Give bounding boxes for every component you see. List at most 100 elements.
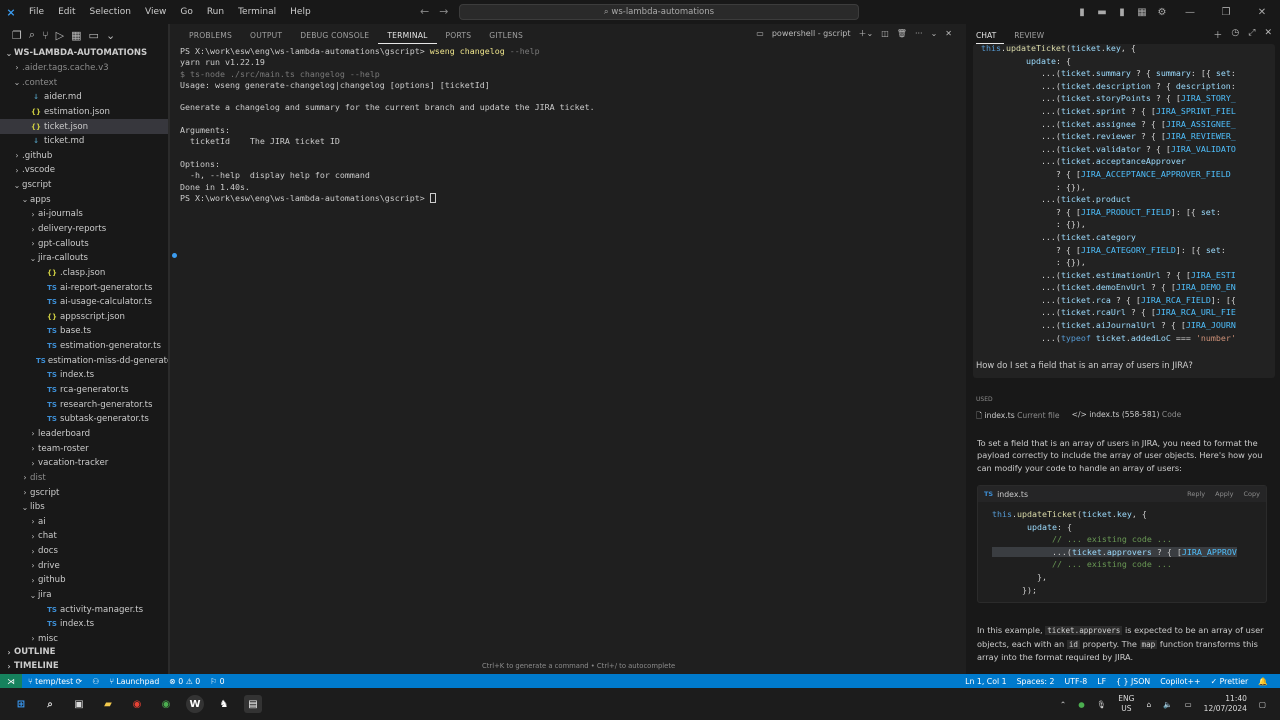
sync-icon[interactable]: ⚇ bbox=[92, 677, 99, 686]
toggle-secondary-sidebar-icon[interactable]: ▮ bbox=[1112, 7, 1132, 18]
tree-folder[interactable]: › .github bbox=[0, 148, 168, 163]
menu-run[interactable]: Run bbox=[200, 7, 231, 17]
tree-file[interactable]: TS estimation-generator.ts bbox=[0, 339, 168, 354]
problems-indicator[interactable]: ⊗ 0 ⚠ 0 bbox=[169, 677, 200, 686]
microphone-icon[interactable]: 🎙 bbox=[1097, 700, 1107, 709]
tab-review[interactable]: REVIEW bbox=[1014, 31, 1052, 40]
tree-folder[interactable]: › team-roster bbox=[0, 441, 168, 456]
w-app-icon[interactable]: W bbox=[186, 695, 204, 713]
ports-indicator[interactable]: ⚐ 0 bbox=[210, 677, 224, 686]
cursor-position[interactable]: Ln 1, Col 1 bbox=[965, 677, 1007, 686]
menu-view[interactable]: View bbox=[138, 7, 173, 17]
tree-file[interactable]: {} estimation.json bbox=[0, 105, 168, 120]
menu-go[interactable]: Go bbox=[173, 7, 199, 17]
battery-icon[interactable]: ▭ bbox=[1185, 700, 1192, 709]
chrome-icon[interactable]: ◉ bbox=[128, 695, 146, 713]
launchpad-button[interactable]: ⑂ Launchpad bbox=[109, 677, 159, 686]
shell-label[interactable]: powershell - gscript bbox=[772, 29, 851, 38]
paint-app-icon[interactable]: ▤ bbox=[244, 695, 262, 713]
tab-output[interactable]: OUTPUT bbox=[241, 31, 291, 40]
reference-current-file[interactable]: 🗋 index.ts Current file bbox=[976, 410, 1060, 423]
tree-file[interactable]: {} appsscript.json bbox=[0, 310, 168, 325]
files-icon[interactable]: ❐ bbox=[12, 29, 22, 42]
new-terminal-icon[interactable]: ＋⌄ bbox=[859, 28, 874, 39]
reference-code-range[interactable]: </> index.ts (558-581) Code bbox=[1072, 410, 1182, 423]
volume-icon[interactable]: 🔈 bbox=[1163, 700, 1172, 709]
tree-folder[interactable]: › .aider.tags.cache.v3 bbox=[0, 61, 168, 76]
tab-problems[interactable]: PROBLEMS bbox=[180, 31, 241, 40]
chevron-down-icon[interactable]: ⌄ bbox=[931, 29, 938, 38]
menu-file[interactable]: File bbox=[22, 7, 51, 17]
encoding[interactable]: UTF-8 bbox=[1065, 677, 1088, 686]
tree-folder[interactable]: › ai-journals bbox=[0, 207, 168, 222]
copilot-status[interactable]: Copilot++ bbox=[1160, 677, 1200, 686]
tab-chat[interactable]: CHAT bbox=[976, 27, 1005, 44]
tree-folder[interactable]: › leaderboard bbox=[0, 427, 168, 442]
remote-indicator-icon[interactable]: ⋊ bbox=[0, 674, 22, 688]
search-icon[interactable]: ⌕ bbox=[41, 695, 59, 713]
toggle-panel-icon[interactable]: ▬ bbox=[1092, 7, 1112, 18]
tree-folder[interactable]: › vacation-tracker bbox=[0, 456, 168, 471]
tree-file[interactable]: TS index.ts bbox=[0, 617, 168, 632]
language-mode[interactable]: { } JSON bbox=[1116, 677, 1150, 686]
task-view-icon[interactable]: ▣ bbox=[70, 695, 88, 713]
tree-file[interactable]: TSestimation-miss-dd-generator.ts bbox=[0, 353, 168, 368]
tree-folder[interactable]: › github bbox=[0, 573, 168, 588]
command-center-search[interactable]: ⌕ ws-lambda-automations bbox=[459, 4, 859, 20]
trash-icon[interactable]: 🗑 bbox=[897, 29, 907, 38]
search-sidebar-icon[interactable]: ⌕ bbox=[29, 28, 35, 42]
tree-file[interactable]: TS research-generator.ts bbox=[0, 397, 168, 412]
tab-gitlens[interactable]: GITLENS bbox=[480, 31, 532, 40]
tree-folder[interactable]: ⌄ jira-callouts bbox=[0, 251, 168, 266]
tree-folder[interactable]: ⌄ gscript bbox=[0, 178, 168, 193]
tree-file[interactable]: TS ai-report-generator.ts bbox=[0, 280, 168, 295]
maximize-icon[interactable]: ⤢ bbox=[1248, 28, 1255, 41]
tree-folder[interactable]: ⌄ .context bbox=[0, 75, 168, 90]
extensions-icon[interactable]: ▦ bbox=[71, 29, 81, 42]
notifications-bell-icon[interactable]: 🔔 bbox=[1258, 677, 1268, 686]
more-views-icon[interactable]: ⌄ bbox=[106, 29, 115, 42]
settings-gear-icon[interactable]: ⚙ bbox=[1152, 7, 1172, 18]
close-panel-icon[interactable]: ✕ bbox=[945, 29, 952, 38]
tree-folder[interactable]: › .vscode bbox=[0, 163, 168, 178]
toggle-sidebar-icon[interactable]: ▮ bbox=[1072, 7, 1092, 18]
menu-edit[interactable]: Edit bbox=[51, 7, 82, 17]
tree-file[interactable]: {} .clasp.json bbox=[0, 266, 168, 281]
layout-icon[interactable]: ▦ bbox=[1132, 7, 1152, 18]
forward-arrow-icon[interactable]: → bbox=[439, 5, 448, 18]
tree-folder[interactable]: › gpt-callouts bbox=[0, 236, 168, 251]
status-dot-icon[interactable]: ● bbox=[1078, 700, 1085, 709]
menu-terminal[interactable]: Terminal bbox=[231, 7, 283, 17]
windows-start-icon[interactable]: ⊞ bbox=[12, 695, 30, 713]
tree-file[interactable]: {} ticket.json bbox=[0, 119, 168, 134]
more-actions-icon[interactable]: ··· bbox=[915, 29, 923, 38]
tree-folder[interactable]: › ai bbox=[0, 515, 168, 530]
prettier-status[interactable]: ✓ Prettier bbox=[1211, 677, 1249, 686]
tree-folder[interactable]: › delivery-reports bbox=[0, 222, 168, 237]
copy-button[interactable]: Copy bbox=[1244, 490, 1261, 498]
tab-terminal[interactable]: TERMINAL bbox=[378, 27, 437, 44]
run-debug-icon[interactable]: ▷ bbox=[56, 29, 64, 42]
tree-folder[interactable]: › chat bbox=[0, 529, 168, 544]
source-control-icon[interactable]: ⑂ bbox=[42, 29, 49, 42]
reply-button[interactable]: Reply bbox=[1187, 490, 1205, 498]
network-icon[interactable]: ⌂ bbox=[1146, 700, 1151, 709]
restore-button[interactable]: ❐ bbox=[1208, 7, 1244, 18]
branch-indicator[interactable]: ⑂ temp/test ⟳ bbox=[28, 677, 82, 686]
outline-section[interactable]: › OUTLINE bbox=[0, 645, 55, 660]
tree-file[interactable]: TS subtask-generator.ts bbox=[0, 412, 168, 427]
tree-folder[interactable]: ⌄ libs bbox=[0, 500, 168, 515]
tree-file[interactable]: TS rca-generator.ts bbox=[0, 383, 168, 398]
snippet-code[interactable]: this.updateTicket(ticket.key, { update: … bbox=[992, 508, 1237, 596]
tree-folder[interactable]: › drive bbox=[0, 558, 168, 573]
tree-file[interactable]: ↓ ticket.md bbox=[0, 134, 168, 149]
split-terminal-icon[interactable]: ◫ bbox=[881, 29, 889, 38]
notification-icon[interactable]: ▢ bbox=[1259, 700, 1266, 709]
close-window-button[interactable]: ✕ bbox=[1244, 7, 1280, 18]
tab-debug-console[interactable]: DEBUG CONSOLE bbox=[291, 31, 378, 40]
chevron-up-icon[interactable]: ⌃ bbox=[1060, 700, 1066, 709]
tree-folder[interactable]: ⌄ jira bbox=[0, 588, 168, 603]
tree-folder[interactable]: ⌄ apps bbox=[0, 192, 168, 207]
new-chat-icon[interactable]: ＋ bbox=[1213, 28, 1222, 41]
tree-file[interactable]: ↓ aider.md bbox=[0, 90, 168, 105]
